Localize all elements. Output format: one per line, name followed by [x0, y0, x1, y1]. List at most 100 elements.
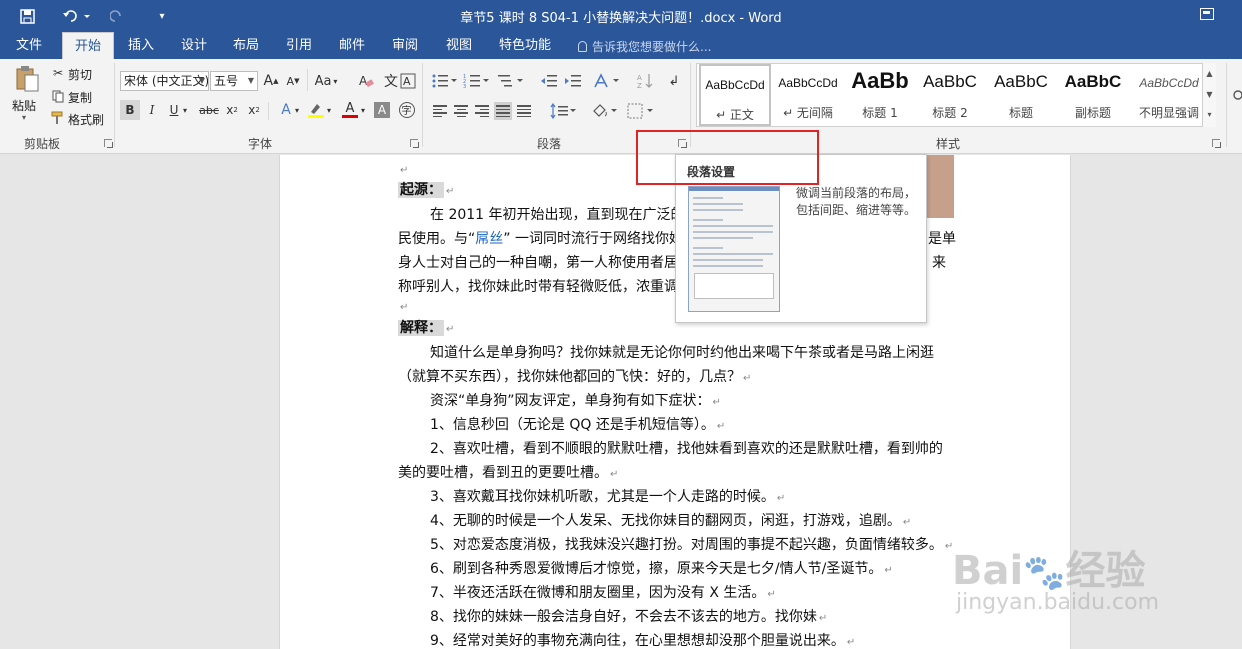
decrease-indent-icon[interactable]	[538, 71, 560, 91]
watermark-brand: Bai🐾经验	[952, 548, 1146, 594]
svg-text:3: 3	[463, 84, 466, 89]
body-text: 8、找你的妹妹一般会洁身自好，不会去不该去的地方。找你妹	[430, 609, 817, 625]
style-heading-2[interactable]: AaBbC 标题 2	[914, 64, 986, 126]
svg-text:A: A	[403, 75, 411, 88]
style-name: 标题	[1008, 106, 1033, 120]
shading-icon[interactable]	[590, 102, 620, 120]
tab-review[interactable]: 审阅	[382, 32, 428, 59]
style-heading-1[interactable]: AaBb 标题 1	[844, 64, 916, 126]
styles-gallery-scroll[interactable]: ▲ ▼ ▾	[1202, 63, 1216, 127]
style-normal[interactable]: AaBbCcDd ↵ 正文	[699, 64, 771, 126]
paragraph-mark-icon: ↵	[610, 469, 619, 480]
bullets-icon[interactable]	[430, 71, 458, 91]
paragraph-mark-icon: ↵	[716, 421, 726, 432]
paste-button[interactable]: 粘贴	[12, 97, 36, 114]
shrink-font-icon[interactable]: A ▼	[284, 71, 302, 91]
group-divider	[1226, 63, 1227, 147]
font-name-combo[interactable]: 宋体 (中文正文) ▼	[120, 71, 209, 91]
distributed-align-icon[interactable]	[515, 102, 533, 120]
underline-dropdown-icon[interactable]: ▾	[180, 100, 190, 120]
tell-me-text: 告诉我您想要做什么...	[592, 40, 712, 54]
tab-layout[interactable]: 布局	[223, 32, 269, 59]
subscript-button[interactable]: x2	[222, 100, 242, 120]
clipboard-launcher-icon[interactable]	[104, 139, 113, 148]
bold-button[interactable]: B	[120, 100, 140, 120]
chevron-down-icon: ▼	[247, 76, 254, 85]
tab-references[interactable]: 引用	[276, 32, 322, 59]
body-line: 5、对恋爱态度消极，找我妹没兴趣打扮。对周围的事提不起兴趣，负面情绪较多。 ↵	[398, 534, 953, 554]
style-no-spacing[interactable]: AaBbCcDd ↵ 无间隔	[772, 64, 844, 126]
character-shading-icon[interactable]: A	[374, 102, 390, 118]
ribbon-display-options-icon[interactable]	[1200, 8, 1214, 20]
clear-formatting-icon[interactable]: A	[356, 71, 376, 91]
body-line: 1、信息秒回（无论是 QQ 还是手机短信等）。 ↵	[398, 414, 725, 434]
tab-mailings[interactable]: 邮件	[329, 32, 375, 59]
multilevel-list-icon[interactable]	[496, 71, 526, 91]
change-case-button[interactable]: Aa ▾	[312, 71, 340, 91]
copy-button[interactable]: 复制	[68, 89, 92, 106]
show-hide-marks-icon[interactable]: ↲	[664, 71, 684, 91]
tab-design[interactable]: 设计	[171, 32, 217, 59]
justify-icon[interactable]	[494, 102, 512, 120]
cut-icon[interactable]: ✂	[50, 65, 66, 81]
align-left-icon[interactable]	[431, 102, 449, 120]
copy-icon[interactable]	[50, 88, 66, 104]
font-size-combo[interactable]: 五号 ▼	[210, 71, 258, 91]
chevron-down-icon[interactable]: ▾	[358, 100, 368, 120]
link-text[interactable]: 屌丝	[475, 231, 503, 247]
character-border-icon[interactable]: 字	[397, 100, 417, 120]
align-right-icon[interactable]	[473, 102, 491, 120]
body-text: 美的要吐槽，看到丑的更要吐槽。	[398, 465, 608, 481]
tooltip-description: 微调当前段落的布局，包括间距、缩进等等。	[796, 186, 917, 217]
numbering-icon[interactable]: 123	[462, 71, 490, 91]
grow-font-icon[interactable]: A ▲	[262, 71, 280, 91]
scroll-up-icon[interactable]: ▲	[1203, 63, 1216, 84]
divider	[268, 102, 269, 120]
style-name: ↵ 无间隔	[783, 106, 833, 120]
tell-me-box[interactable]: 告诉我您想要做什么...	[578, 38, 711, 55]
format-painter-icon[interactable]	[50, 110, 66, 126]
watermark-brand-text: Bai	[952, 548, 1024, 594]
font-color-icon[interactable]: A	[340, 100, 360, 120]
tab-file[interactable]: 文件	[4, 32, 54, 59]
find-icon[interactable]	[1230, 67, 1242, 127]
format-painter-button[interactable]: 格式刷	[68, 111, 104, 128]
chinese-layout-icon[interactable]	[592, 71, 622, 91]
cut-button[interactable]: 剪切	[68, 66, 92, 83]
superscript-button[interactable]: x2	[244, 100, 264, 120]
style-sample: AaBbC	[923, 72, 977, 91]
highlight-color-icon[interactable]	[306, 100, 326, 120]
italic-button[interactable]: I	[142, 100, 162, 120]
styles-launcher-icon[interactable]	[1212, 139, 1221, 148]
line-spacing-icon[interactable]	[549, 102, 577, 120]
font-size-value: 五号	[214, 74, 239, 88]
phonetic-guide-icon[interactable]: 文	[382, 71, 400, 91]
tab-insert[interactable]: 插入	[118, 32, 164, 59]
align-center-icon[interactable]	[452, 102, 470, 120]
more-styles-icon[interactable]: ▾	[1203, 105, 1216, 125]
style-sample: AaBbCcDd	[705, 78, 765, 92]
increase-indent-icon[interactable]	[562, 71, 584, 91]
body-line: 3、喜欢戴耳找你妹机听歌，尤其是一个人走路的时候。 ↵	[398, 486, 785, 506]
document-image[interactable]	[927, 155, 954, 218]
style-subtitle[interactable]: AaBbC 副标题	[1057, 64, 1129, 126]
sort-icon[interactable]: AZ	[634, 71, 656, 91]
paste-dropdown-icon[interactable]: ▾	[22, 113, 26, 122]
tab-special-features[interactable]: 特色功能	[492, 32, 558, 59]
chevron-down-icon[interactable]: ▾	[324, 100, 334, 120]
svg-text:A: A	[637, 74, 642, 82]
chevron-down-icon[interactable]: ▾	[292, 100, 302, 120]
strikethrough-button[interactable]: abc	[197, 100, 221, 120]
tab-view[interactable]: 视图	[436, 32, 482, 59]
enclose-characters-icon[interactable]: A	[399, 71, 417, 91]
body-line: 身人士对自己的一种自嘲，第一人称使用者居	[398, 255, 678, 271]
borders-icon[interactable]	[626, 102, 656, 120]
paste-icon[interactable]	[12, 65, 42, 93]
tab-home[interactable]: 开始	[62, 32, 114, 59]
style-subtle-emphasis[interactable]: AaBbCcDd 不明显强调	[1129, 64, 1209, 126]
scroll-down-icon[interactable]: ▼	[1203, 84, 1216, 105]
font-launcher-icon[interactable]	[410, 139, 419, 148]
style-title[interactable]: AaBbC 标题	[985, 64, 1057, 126]
svg-text:字: 字	[402, 104, 412, 117]
paragraph-mark-icon: ↵	[818, 613, 828, 624]
